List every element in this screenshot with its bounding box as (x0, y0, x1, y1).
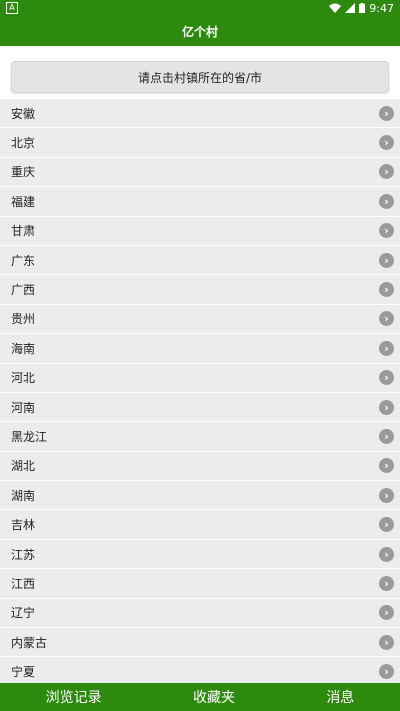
province-label: 福建 (11, 194, 36, 209)
province-row[interactable]: 黑龙江 › (0, 422, 400, 452)
province-row[interactable]: 湖北 › (0, 451, 400, 482)
province-label: 宁夏 (11, 665, 36, 680)
province-label: 吉林 (11, 518, 36, 533)
wifi-icon (329, 3, 342, 13)
province-label: 江西 (11, 576, 36, 591)
chevron-right-icon: › (379, 634, 394, 650)
province-row[interactable]: 广东 › (0, 245, 400, 276)
bottom-navigation: 浏览记录 收藏夹 消息 (0, 683, 400, 711)
province-row[interactable]: 安徽 › (0, 99, 400, 129)
province-row[interactable]: 江西 › (0, 569, 400, 599)
province-label: 甘肃 (11, 224, 36, 239)
chevron-right-icon: › (379, 605, 394, 621)
status-right: 9:47 (329, 2, 394, 15)
chevron-right-icon: › (379, 399, 394, 415)
chevron-right-icon: › (379, 135, 394, 151)
province-label: 广东 (11, 253, 36, 268)
select-province-label: 请点击村镇所在的省/市 (137, 70, 263, 85)
province-row[interactable]: 江苏 › (0, 539, 400, 570)
province-label: 安徽 (11, 106, 36, 121)
province-row[interactable]: 辽宁 › (0, 598, 400, 629)
province-row[interactable]: 吉林 › (0, 510, 400, 540)
chevron-right-icon: › (379, 193, 394, 209)
province-row[interactable]: 湖南 › (0, 481, 400, 511)
province-label: 广西 (11, 283, 36, 298)
main-content: 请点击村镇所在的省/市 安徽 › 北京 › 重庆 › 福建 › 甘肃 › 广东 › 广西 › 贵州 › 海南 › 河… (0, 46, 400, 683)
province-row[interactable]: 贵州 › (0, 304, 400, 335)
province-row[interactable]: 河南 › (0, 392, 400, 423)
nav-browse-history[interactable]: 浏览记录 (36, 687, 112, 707)
chevron-right-icon: › (379, 487, 394, 503)
province-label: 重庆 (11, 165, 36, 180)
province-label: 湖南 (11, 488, 36, 503)
province-label: 贵州 (11, 312, 36, 327)
province-label: 辽宁 (11, 606, 36, 621)
chevron-right-icon: › (379, 370, 394, 386)
nav-favorites[interactable]: 收藏夹 (183, 687, 245, 707)
chevron-right-icon: › (379, 546, 394, 562)
province-row[interactable]: 广西 › (0, 275, 400, 305)
chevron-right-icon: › (379, 458, 394, 474)
chevron-right-icon: › (379, 164, 394, 180)
province-label: 海南 (11, 341, 36, 356)
status-left: A (6, 2, 18, 14)
signal-icon (345, 3, 356, 13)
province-row[interactable]: 福建 › (0, 187, 400, 217)
province-label: 黑龙江 (11, 429, 48, 444)
chevron-right-icon: › (379, 105, 394, 121)
province-label: 河南 (11, 400, 36, 415)
page-title: 亿个村 (181, 24, 218, 39)
province-row[interactable]: 河北 › (0, 363, 400, 393)
province-label: 湖北 (11, 459, 36, 474)
chevron-right-icon: › (379, 340, 394, 356)
chevron-right-icon: › (379, 282, 394, 298)
status-time: 9:47 (369, 1, 394, 15)
chevron-right-icon: › (379, 311, 394, 327)
chevron-right-icon: › (379, 517, 394, 533)
province-label: 河北 (11, 371, 36, 386)
battery-icon (359, 3, 366, 13)
nav-messages[interactable]: 消息 (316, 687, 364, 707)
province-label: 内蒙古 (11, 635, 48, 650)
province-row[interactable]: 海南 › (0, 334, 400, 364)
chevron-right-icon: › (379, 428, 394, 444)
province-row[interactable]: 甘肃 › (0, 216, 400, 246)
province-row[interactable]: 内蒙古 › (0, 628, 400, 658)
chevron-right-icon: › (379, 252, 394, 268)
province-row[interactable]: 北京 › (0, 128, 400, 158)
chevron-right-icon: › (379, 223, 394, 239)
notification-app-icon: A (6, 2, 18, 14)
province-row[interactable]: 宁夏 › (0, 657, 400, 683)
chevron-right-icon: › (379, 664, 394, 680)
province-row[interactable]: 重庆 › (0, 157, 400, 188)
province-label: 北京 (11, 136, 36, 151)
status-bar: A 9:47 (0, 0, 400, 16)
chevron-right-icon: › (379, 575, 394, 591)
app-title-bar: 亿个村 (0, 16, 400, 46)
province-label: 江苏 (11, 547, 36, 562)
province-list: 安徽 › 北京 › 重庆 › 福建 › 甘肃 › 广东 › 广西 › 贵州 › 海南 › 河北 › 河南 › 黑龙江 › 湖北 ›… (0, 99, 400, 683)
select-province-button[interactable]: 请点击村镇所在的省/市 (11, 61, 389, 93)
